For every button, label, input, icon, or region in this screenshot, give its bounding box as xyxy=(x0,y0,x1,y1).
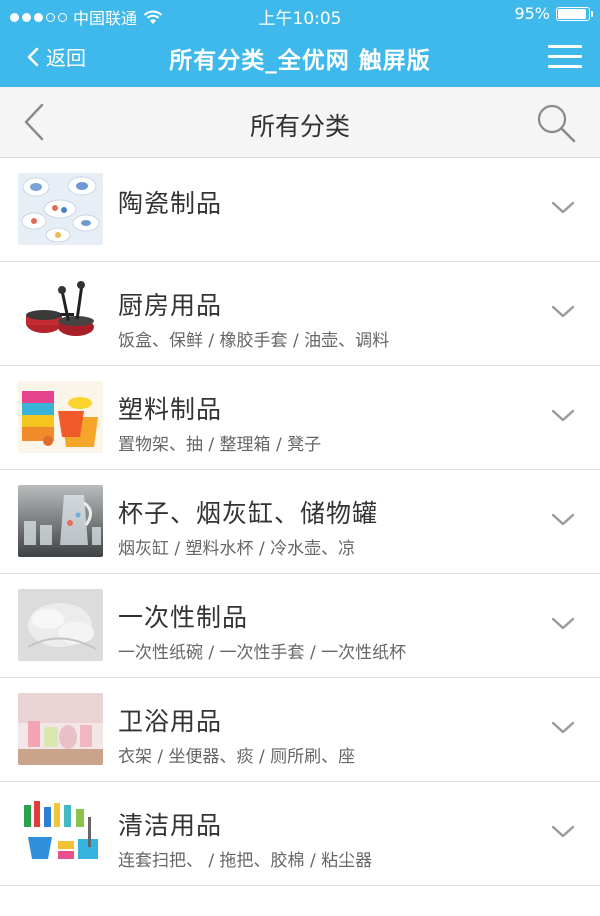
category-name: 陶瓷制品 xyxy=(118,189,223,218)
category-thumbnail xyxy=(18,277,103,349)
category-subcategories: 一次性纸碗 / 一次性手套 / 一次性纸杯 xyxy=(118,643,407,663)
category-item[interactable]: 清洁用品 连套扫把、 / 拖把、胶棉 / 粘尘器 xyxy=(0,782,600,886)
chevron-down-icon[interactable] xyxy=(550,408,576,424)
category-thumbnail xyxy=(18,173,103,245)
status-time: 上午10:05 xyxy=(258,9,342,29)
category-item-partial xyxy=(0,886,600,916)
chevron-down-icon[interactable] xyxy=(550,512,576,528)
nav-title: 所有分类_全优网 触屏版 xyxy=(169,48,431,74)
chevron-down-icon[interactable] xyxy=(550,200,576,216)
chevron-down-icon[interactable] xyxy=(550,720,576,736)
category-name: 塑料制品 xyxy=(118,395,223,424)
category-subcategories: 衣架 / 坐便器、痰 / 厕所刷、座 xyxy=(118,747,356,767)
category-item[interactable]: 陶瓷制品 xyxy=(0,158,600,262)
category-list: 陶瓷制品 厨房用品 饭盒、保鲜 / 橡胶手套 / 油壶、调料 塑料制品 置物架、… xyxy=(0,158,600,916)
battery-icon xyxy=(556,6,593,21)
nav-bar: 返回 所有分类_全优网 触屏版 xyxy=(0,28,600,87)
category-name: 卫浴用品 xyxy=(118,707,223,736)
category-subcategories: 烟灰缸 / 塑料水杯 / 冷水壶、凉 xyxy=(118,539,356,559)
category-thumbnail xyxy=(18,381,103,453)
category-subcategories: 饭盒、保鲜 / 橡胶手套 / 油壶、调料 xyxy=(118,331,390,351)
category-thumbnail xyxy=(18,485,103,557)
chevron-down-icon[interactable] xyxy=(550,304,576,320)
status-bar: 中国联通 上午10:05 95% xyxy=(0,0,600,29)
category-name: 清洁用品 xyxy=(118,811,223,840)
category-item[interactable]: 厨房用品 饭盒、保鲜 / 橡胶手套 / 油壶、调料 xyxy=(0,262,600,366)
category-thumbnail xyxy=(18,693,103,765)
menu-icon[interactable] xyxy=(548,44,582,70)
category-thumbnail xyxy=(18,797,103,869)
category-subcategories: 连套扫把、 / 拖把、胶棉 / 粘尘器 xyxy=(118,851,373,871)
category-thumbnail xyxy=(18,589,103,661)
battery-percent: 95% xyxy=(514,4,550,23)
chevron-down-icon[interactable] xyxy=(550,616,576,632)
category-item[interactable]: 卫浴用品 衣架 / 坐便器、痰 / 厕所刷、座 xyxy=(0,678,600,782)
page-title: 所有分类 xyxy=(249,112,350,141)
chevron-down-icon[interactable] xyxy=(550,824,576,840)
category-item[interactable]: 杯子、烟灰缸、储物罐 烟灰缸 / 塑料水杯 / 冷水壶、凉 xyxy=(0,470,600,574)
search-icon[interactable] xyxy=(534,101,578,145)
category-subcategories: 置物架、抽 / 整理箱 / 凳子 xyxy=(118,435,322,455)
category-item[interactable]: 塑料制品 置物架、抽 / 整理箱 / 凳子 xyxy=(0,366,600,470)
category-name: 杯子、烟灰缸、储物罐 xyxy=(118,499,379,528)
page-header: 所有分类 xyxy=(0,87,600,158)
category-name: 厨房用品 xyxy=(118,291,223,320)
top-bar: 中国联通 上午10:05 95% 返回 所有分类_全优网 触屏版 xyxy=(0,0,600,87)
category-item[interactable]: 一次性制品 一次性纸碗 / 一次性手套 / 一次性纸杯 xyxy=(0,574,600,678)
category-name: 一次性制品 xyxy=(118,603,249,632)
